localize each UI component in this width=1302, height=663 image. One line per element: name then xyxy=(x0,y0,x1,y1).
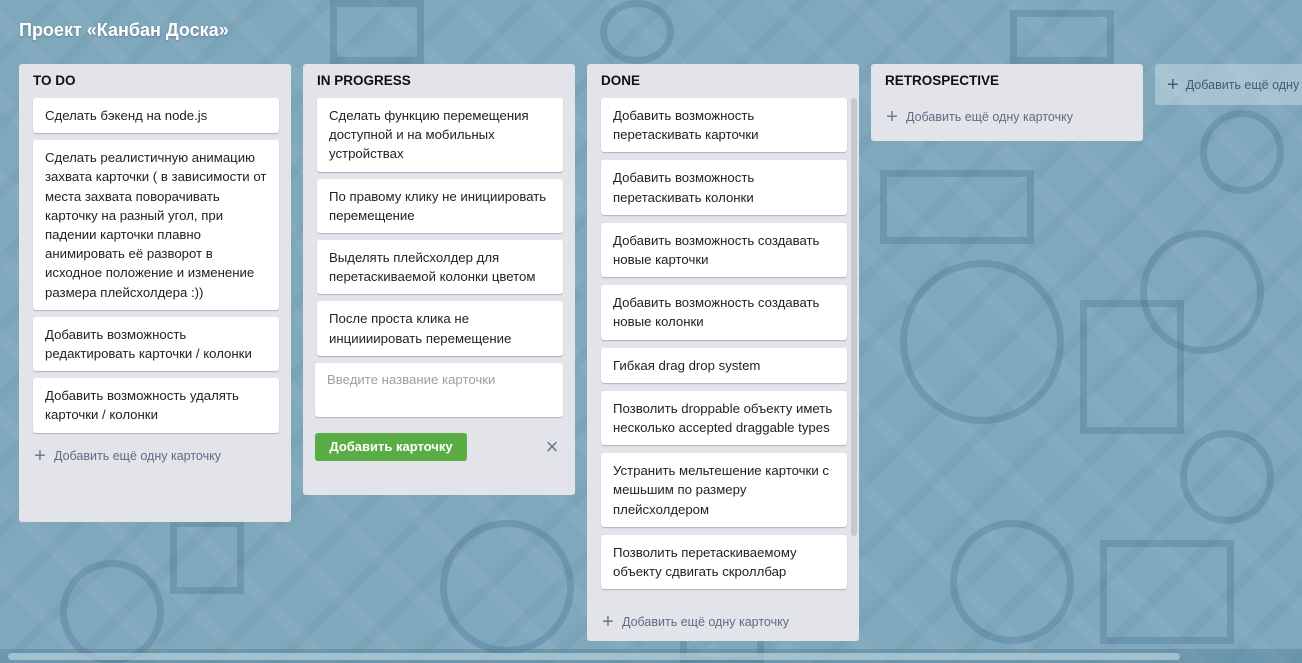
card-list: Сделать функцию перемещения доступной и … xyxy=(303,89,575,356)
column-title[interactable]: DONE xyxy=(587,64,859,89)
add-card-button[interactable]: + Добавить ещё одну карточку xyxy=(871,101,1143,133)
plus-icon: + xyxy=(886,106,898,128)
column-in-progress[interactable]: IN PROGRESS Сделать функцию перемещения … xyxy=(303,64,575,495)
column-title[interactable]: TO DO xyxy=(19,64,291,89)
add-column-button[interactable]: + Добавить ещё одну колонку xyxy=(1155,64,1302,105)
column-retrospective[interactable]: RETROSPECTIVE + Добавить ещё одну карточ… xyxy=(871,64,1143,141)
card[interactable]: Добавить возможность перетаскивать карто… xyxy=(601,98,847,153)
horizontal-scrollbar[interactable] xyxy=(0,649,1302,663)
column-title[interactable]: RETROSPECTIVE xyxy=(871,64,1143,89)
card-composer-actions: Добавить карточку × xyxy=(303,422,575,461)
vertical-scrollbar[interactable] xyxy=(851,98,857,536)
column-title[interactable]: IN PROGRESS xyxy=(303,64,575,89)
card[interactable]: Добавить возможность создавать новые кол… xyxy=(601,285,847,340)
column-done[interactable]: DONE Добавить возможность перетаскивать … xyxy=(587,64,859,641)
horizontal-scrollbar-thumb[interactable] xyxy=(8,653,1180,660)
plus-icon: + xyxy=(34,444,46,467)
add-card-submit-button[interactable]: Добавить карточку xyxy=(315,432,467,461)
card[interactable]: Сделать бэкенд на node.js xyxy=(33,98,279,134)
plus-icon: + xyxy=(1167,73,1179,96)
board-title: Проект «Канбан Доска» xyxy=(19,20,229,40)
card[interactable]: Позволить перетаскиваемому объекту сдвиг… xyxy=(601,534,847,590)
card[interactable]: Добавить возможность перетаскивать колон… xyxy=(601,160,847,215)
card-list: Добавить возможность перетаскивать карто… xyxy=(587,89,859,590)
card[interactable]: Выделять плейсхолдер для перетаскиваемой… xyxy=(317,240,563,295)
add-card-label: Добавить ещё одну карточку xyxy=(54,448,221,463)
new-card-title-input[interactable] xyxy=(315,362,563,417)
card[interactable]: Сделать реалистичную анимацию захвата ка… xyxy=(33,140,279,310)
add-card-label: Добавить ещё одну карточку xyxy=(622,615,789,629)
plus-icon: + xyxy=(602,611,614,633)
card-list-scroll-area[interactable]: Добавить возможность перетаскивать карто… xyxy=(587,89,859,623)
card[interactable]: Гибкая drag drop system xyxy=(601,347,847,383)
add-card-button[interactable]: + Добавить ещё одну карточку xyxy=(587,606,803,638)
card[interactable]: Сделать функцию перемещения доступной и … xyxy=(317,98,563,172)
card-list: Сделать бэкенд на node.js Сделать реалис… xyxy=(19,89,291,433)
card[interactable]: По правому клику не инициировать перемещ… xyxy=(317,178,563,234)
card[interactable]: Добавить возможность создавать новые кар… xyxy=(601,222,847,278)
add-card-label: Добавить ещё одну карточку xyxy=(906,110,1073,124)
card[interactable]: Добавить возможность удалять карточки / … xyxy=(33,378,279,433)
close-icon[interactable]: × xyxy=(541,435,563,458)
add-column-label: Добавить ещё одну колонку xyxy=(1185,77,1302,92)
card[interactable]: После проста клика не инциииировать пере… xyxy=(317,301,563,356)
card[interactable]: Позволить droppable объекту иметь нескол… xyxy=(601,390,847,446)
card[interactable]: Добавить возможность редактировать карто… xyxy=(33,316,279,372)
column-todo[interactable]: TO DO Сделать бэкенд на node.js Сделать … xyxy=(19,64,291,522)
card[interactable]: Устранить мельтешение карточки с мешьшим… xyxy=(601,453,847,527)
add-card-button[interactable]: + Добавить ещё одну карточку xyxy=(19,440,291,472)
